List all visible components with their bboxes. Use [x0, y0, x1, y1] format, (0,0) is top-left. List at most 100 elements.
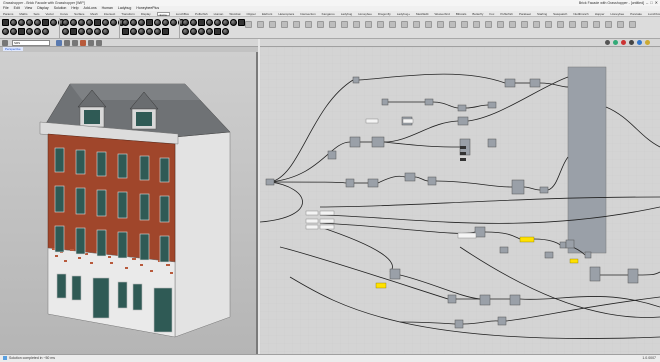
component-icon[interactable]: [245, 21, 252, 28]
component-icon[interactable]: [329, 21, 336, 28]
ribbon-tab[interactable]: Bifocals: [456, 11, 467, 16]
component-icon[interactable]: [86, 19, 93, 26]
component-icon[interactable]: [238, 19, 245, 26]
component-node[interactable]: [457, 116, 469, 126]
component-icon[interactable]: [257, 21, 264, 28]
component-icon[interactable]: [122, 19, 129, 26]
dark-node[interactable]: [460, 158, 466, 161]
component-node[interactable]: [589, 266, 601, 282]
ribbon-tab[interactable]: Elefront: [262, 11, 272, 16]
component-icon[interactable]: [341, 21, 348, 28]
component-node[interactable]: [427, 176, 437, 186]
component-icon[interactable]: [10, 19, 17, 26]
ribbon-tab[interactable]: Intersect: [104, 11, 116, 16]
component-icon[interactable]: [389, 21, 396, 28]
component-node[interactable]: [487, 101, 497, 109]
component-node[interactable]: [389, 268, 401, 280]
preview-icon[interactable]: [605, 40, 610, 45]
component-icon[interactable]: [557, 21, 564, 28]
ribbon-tab[interactable]: Honeybee: [611, 11, 625, 16]
component-icon[interactable]: [305, 21, 312, 28]
component-icon[interactable]: [206, 19, 213, 26]
component-icon[interactable]: [353, 21, 360, 28]
ribbon-tab[interactable]: Heteroptera: [278, 11, 294, 16]
component-node[interactable]: [327, 150, 337, 160]
component-icon[interactable]: [62, 28, 69, 35]
component-icon[interactable]: [293, 21, 300, 28]
ribbon-tab[interactable]: Ladybug: [341, 11, 353, 16]
component-icon[interactable]: [170, 19, 177, 26]
component-icon[interactable]: [10, 28, 17, 35]
component-icon[interactable]: [78, 28, 85, 35]
component-icon[interactable]: [461, 21, 468, 28]
component-icon[interactable]: [497, 21, 504, 28]
slider-node[interactable]: [375, 282, 387, 289]
component-icon[interactable]: [533, 21, 540, 28]
component-icon[interactable]: [42, 19, 49, 26]
component-node[interactable]: [457, 104, 467, 112]
component-icon[interactable]: [42, 28, 49, 35]
component-icon[interactable]: [70, 28, 77, 35]
component-icon[interactable]: [162, 28, 169, 35]
component-icon[interactable]: [281, 21, 288, 28]
component-node[interactable]: [479, 294, 491, 306]
component-icon[interactable]: [50, 19, 57, 26]
component-node[interactable]: [544, 251, 554, 259]
component-icon[interactable]: [18, 28, 25, 35]
component-icon[interactable]: [425, 21, 432, 28]
component-icon[interactable]: [94, 19, 101, 26]
preview-icon[interactable]: [645, 40, 650, 45]
viewport-tool-icon[interactable]: [80, 40, 86, 46]
ribbon-tab[interactable]: Mesh: [90, 11, 97, 16]
component-node[interactable]: [487, 138, 497, 148]
component-icon[interactable]: [449, 21, 456, 28]
component-icon[interactable]: [214, 28, 221, 35]
ribbon-tab[interactable]: Curve: [60, 11, 68, 16]
panel-node[interactable]: [305, 218, 319, 224]
preview-icon[interactable]: [637, 40, 642, 45]
component-icon[interactable]: [130, 19, 137, 26]
ribbon-tab[interactable]: Pancake: [630, 11, 642, 16]
component-icon[interactable]: [130, 28, 137, 35]
viewport-search-field[interactable]: SRS: [12, 40, 50, 46]
component-node[interactable]: [345, 178, 355, 188]
component-icon[interactable]: [122, 28, 129, 35]
component-icon[interactable]: [401, 21, 408, 28]
ribbon-tab[interactable]: Pufferfish: [195, 11, 208, 16]
ribbon-tab[interactable]: Dragonfly: [378, 11, 391, 16]
component-node[interactable]: [497, 316, 507, 326]
viewport-menu-icon[interactable]: [2, 40, 8, 46]
component-icon[interactable]: [70, 19, 77, 26]
component-icon[interactable]: [222, 28, 229, 35]
ribbon-tab[interactable]: Surface: [74, 11, 84, 16]
dark-node[interactable]: [460, 146, 466, 149]
grasshopper-canvas[interactable]: [260, 47, 660, 354]
component-node[interactable]: [499, 246, 509, 254]
panel-node[interactable]: [319, 218, 335, 224]
component-icon[interactable]: [605, 21, 612, 28]
component-icon[interactable]: [581, 21, 588, 28]
component-icon[interactable]: [182, 28, 189, 35]
component-icon[interactable]: [154, 19, 161, 26]
component-icon[interactable]: [146, 19, 153, 26]
component-node[interactable]: [539, 186, 549, 194]
component-node[interactable]: [565, 239, 575, 249]
ribbon-tab[interactable]: Fox: [489, 11, 494, 16]
ribbon-tab[interactable]: MeshEdit: [416, 11, 429, 16]
component-icon[interactable]: [413, 21, 420, 28]
component-icon[interactable]: [222, 19, 229, 26]
ribbon-tab[interactable]: Human: [214, 11, 224, 16]
ribbon-tab[interactable]: Hopper: [595, 11, 605, 16]
component-icon[interactable]: [2, 28, 9, 35]
component-icon[interactable]: [86, 28, 93, 35]
component-icon[interactable]: [102, 19, 109, 26]
component-icon[interactable]: [190, 28, 197, 35]
ribbon-tab[interactable]: Sets: [34, 11, 40, 16]
component-icon[interactable]: [18, 19, 25, 26]
viewport-tool-icon[interactable]: [72, 40, 78, 46]
panel-node[interactable]: [305, 210, 319, 216]
component-icon[interactable]: [34, 19, 41, 26]
component-node[interactable]: [371, 136, 385, 148]
component-node[interactable]: [584, 251, 592, 259]
ribbon-tab[interactable]: Extra: [156, 12, 170, 16]
